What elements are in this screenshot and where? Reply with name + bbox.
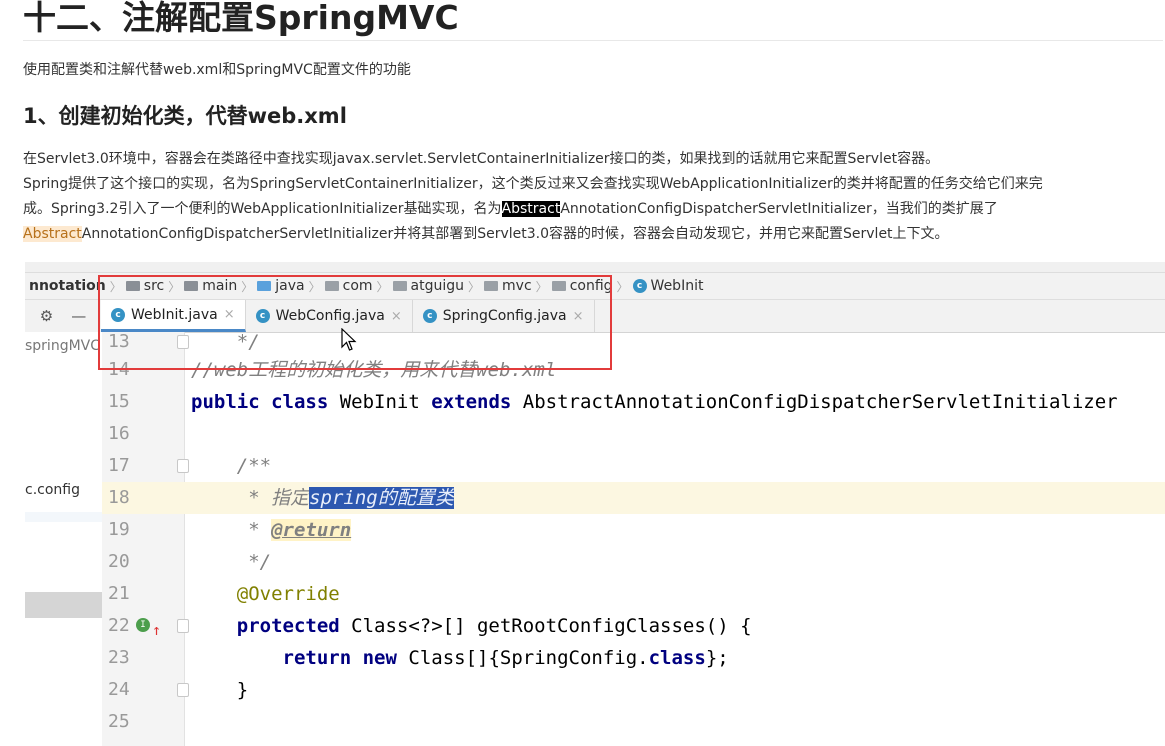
line-number: 19 <box>108 519 130 540</box>
breadcrumb-main[interactable]: main <box>180 278 241 294</box>
close-icon[interactable]: × <box>573 309 584 324</box>
code-line[interactable]: 15 public class WebInit extends Abstract… <box>102 386 1165 418</box>
description-paragraph: 在Servlet3.0环境中，容器会在类路径中查找实现javax.servlet… <box>23 147 1163 247</box>
code-line-current[interactable]: 18 * 指定spring的配置类 <box>102 482 1165 514</box>
project-tree-item-config[interactable]: c.config <box>25 482 80 498</box>
source-folder-icon <box>257 281 272 291</box>
selected-text: spring的配置类 <box>309 487 454 509</box>
line-number: 23 <box>108 647 130 668</box>
line-number: 18 <box>108 487 130 508</box>
ide-screenshot: nnotation 〉 src 〉 main 〉 java 〉 com 〉 at… <box>25 262 1165 746</box>
fold-icon[interactable] <box>177 619 189 633</box>
line-number: 22 <box>108 615 130 636</box>
line-number: 25 <box>108 711 130 732</box>
folder-icon <box>184 281 199 291</box>
search-match: Abstract <box>23 226 82 242</box>
package-icon <box>324 281 339 291</box>
breadcrumb-atguigu[interactable]: atguigu <box>389 278 468 294</box>
close-icon[interactable]: × <box>391 309 402 324</box>
tab-label: SpringConfig.java <box>442 308 567 324</box>
line-number: 24 <box>108 679 130 700</box>
breadcrumb-src[interactable]: src <box>122 278 168 294</box>
para-line-4: AbstractAnnotationConfigDispatcherServle… <box>23 222 1163 247</box>
breadcrumb-webinit[interactable]: c WebInit <box>629 278 708 294</box>
tab-label: WebConfig.java <box>275 308 385 324</box>
tree-selection <box>25 592 102 618</box>
breadcrumb-separator-icon: 〉 <box>535 279 548 294</box>
breadcrumb-com[interactable]: com <box>321 278 377 294</box>
line-number: 14 <box>108 359 130 380</box>
breadcrumb-separator-icon: 〉 <box>616 279 629 294</box>
ide-toolbar <box>25 262 1165 273</box>
page-title: 十二、注解配置SpringMVC <box>23 0 1163 41</box>
class-icon: c <box>111 307 125 322</box>
line-number: 20 <box>108 551 130 572</box>
line-number: 17 <box>108 455 130 476</box>
tab-label: WebInit.java <box>131 306 218 323</box>
fold-icon[interactable] <box>177 459 189 473</box>
code-line[interactable]: 20 */ <box>102 546 1165 578</box>
fold-icon[interactable] <box>177 683 189 697</box>
para-line-3-end: AnnotationConfigDispatcherServletInitial… <box>560 201 998 217</box>
folder-icon <box>125 281 140 291</box>
breadcrumb: nnotation 〉 src 〉 main 〉 java 〉 com 〉 at… <box>25 273 1165 300</box>
gear-icon[interactable]: ⚙ <box>40 307 53 325</box>
package-icon <box>392 281 407 291</box>
override-icon[interactable]: I <box>136 618 150 632</box>
breadcrumb-separator-icon: 〉 <box>168 279 181 294</box>
code-line[interactable]: 22 I ↑ protected Class<?>[] getRootConfi… <box>102 610 1165 642</box>
class-icon: c <box>422 309 437 323</box>
para-line-1: 在Servlet3.0环境中，容器会在类路径中查找实现javax.servlet… <box>23 151 940 167</box>
breadcrumb-separator-icon: 〉 <box>109 279 122 294</box>
code-line[interactable]: 25 <box>102 706 1165 738</box>
close-icon[interactable]: × <box>224 307 235 322</box>
breadcrumb-config[interactable]: config <box>548 278 617 294</box>
code-line[interactable]: 19 * @return <box>102 514 1165 546</box>
code-line[interactable]: 17 /** <box>102 450 1165 482</box>
mouse-cursor-icon <box>341 328 357 351</box>
breadcrumb-separator-icon: 〉 <box>241 279 254 294</box>
breadcrumb-separator-icon: 〉 <box>468 279 481 294</box>
code-line[interactable]: 21 @Override <box>102 578 1165 610</box>
breadcrumb-project[interactable]: nnotation <box>25 278 110 294</box>
package-icon <box>484 281 499 291</box>
para-line-3-start: 成。Spring3.2引入了一个便利的WebApplicationInitial… <box>23 201 502 217</box>
code-line[interactable]: 14 //web工程的初始化类，用来代替web.xml <box>102 354 1165 386</box>
tree-row-highlight <box>25 512 102 522</box>
para-line-4-end: AnnotationConfigDispatcherServletInitial… <box>81 226 949 242</box>
tool-window-actions: ⚙ — <box>25 307 101 325</box>
code-line[interactable]: 24 } <box>102 674 1165 706</box>
project-name[interactable]: springMVC <box>25 338 100 354</box>
line-number: 16 <box>108 423 130 444</box>
breadcrumb-separator-icon: 〉 <box>376 279 389 294</box>
para-line-3: 成。Spring3.2引入了一个便利的WebApplicationInitial… <box>23 197 1163 222</box>
para-line-2: Spring提供了这个接口的实现，名为SpringServletContaine… <box>23 176 1043 192</box>
class-icon: c <box>632 279 647 293</box>
minimize-icon[interactable]: — <box>71 307 86 325</box>
search-highlight: Abstract <box>501 201 561 217</box>
breadcrumb-java[interactable]: java <box>253 278 308 294</box>
fold-icon[interactable] <box>177 335 189 349</box>
breadcrumb-separator-icon: 〉 <box>308 279 321 294</box>
section-title: 1、创建初始化类，代替web.xml <box>23 104 347 128</box>
project-pane: springMVC c.config <box>25 332 102 746</box>
package-icon <box>551 281 566 291</box>
breadcrumb-mvc[interactable]: mvc <box>480 278 536 294</box>
intro-text: 使用配置类和注解代替web.xml和SpringMVC配置文件的功能 <box>23 62 411 78</box>
code-line[interactable]: 16 <box>102 418 1165 450</box>
line-number: 21 <box>108 583 130 604</box>
code-line[interactable]: 23 return new Class[]{SpringConfig.class… <box>102 642 1165 674</box>
line-number: 15 <box>108 391 130 412</box>
class-icon: c <box>255 309 270 323</box>
